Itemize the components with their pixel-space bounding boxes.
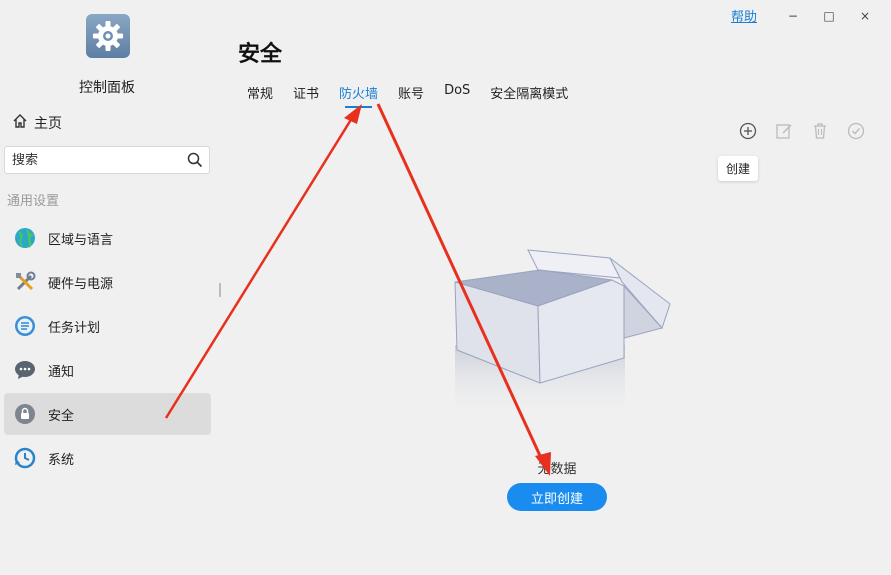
sidebar-item-label: 区域与语言: [48, 232, 114, 248]
tab-firewall[interactable]: 防火墙: [339, 83, 378, 108]
sidebar-item-security[interactable]: 安全: [4, 393, 211, 435]
minimize-button[interactable]: −: [775, 9, 811, 23]
home-label: 主页: [34, 116, 62, 132]
maximize-button[interactable]: □: [811, 9, 847, 23]
app-title: 控制面板: [79, 80, 135, 96]
toolbar: [738, 121, 866, 141]
search-input[interactable]: [5, 151, 184, 169]
tab-account[interactable]: 账号: [398, 83, 424, 108]
check-icon[interactable]: [846, 121, 866, 141]
tab-general[interactable]: 常规: [247, 83, 273, 108]
chat-bubble-icon: [13, 358, 37, 382]
sidebar-item-label: 任务计划: [48, 320, 101, 336]
lock-icon: [13, 402, 37, 426]
tab-bar: 常规 证书 防火墙 账号 DoS 安全隔离模式: [247, 83, 588, 108]
sidebar-item-label: 系统: [48, 452, 75, 468]
search-icon[interactable]: [187, 152, 203, 172]
sidebar-resize-handle[interactable]: [219, 283, 221, 297]
sidebar-item-label: 硬件与电源: [48, 276, 114, 292]
tools-icon: [13, 270, 37, 294]
sidebar-item-region-language[interactable]: 区域与语言: [4, 217, 211, 259]
window-controls: 帮助 − □ ×: [731, 6, 883, 26]
search-box: [4, 146, 210, 174]
empty-box-icon: [440, 240, 680, 420]
sidebar-item-hardware-power[interactable]: 硬件与电源: [4, 261, 211, 303]
tab-dos[interactable]: DoS: [444, 83, 470, 108]
help-link[interactable]: 帮助: [731, 6, 757, 25]
sidebar-item-label: 通知: [48, 364, 75, 380]
sidebar-item-label: 安全: [48, 408, 75, 424]
home-icon: [12, 113, 28, 133]
create-tooltip: 创建: [718, 156, 759, 181]
home-link[interactable]: 主页: [12, 113, 62, 133]
system-clock-icon: [13, 446, 37, 470]
tab-isolation-mode[interactable]: 安全隔离模式: [490, 83, 568, 108]
empty-state-text: 无数据: [537, 462, 577, 477]
globe-icon: [13, 226, 37, 250]
page-title: 安全: [238, 42, 283, 67]
sidebar: 控制面板 主页 通用设置 区域与语言 硬件与电源 任务计划 通知: [0, 0, 218, 575]
delete-icon[interactable]: [810, 121, 830, 141]
sidebar-item-system[interactable]: 系统: [4, 437, 211, 479]
add-icon[interactable]: [738, 121, 758, 141]
task-list-icon: [13, 314, 37, 338]
section-label: 通用设置: [7, 194, 60, 209]
gear-icon: [86, 14, 130, 58]
sidebar-item-notification[interactable]: 通知: [4, 349, 211, 391]
sidebar-item-task-schedule[interactable]: 任务计划: [4, 305, 211, 347]
create-now-button[interactable]: 立即创建: [507, 483, 607, 511]
close-button[interactable]: ×: [847, 9, 883, 23]
tab-certificate[interactable]: 证书: [293, 83, 319, 108]
edit-icon[interactable]: [774, 121, 794, 141]
